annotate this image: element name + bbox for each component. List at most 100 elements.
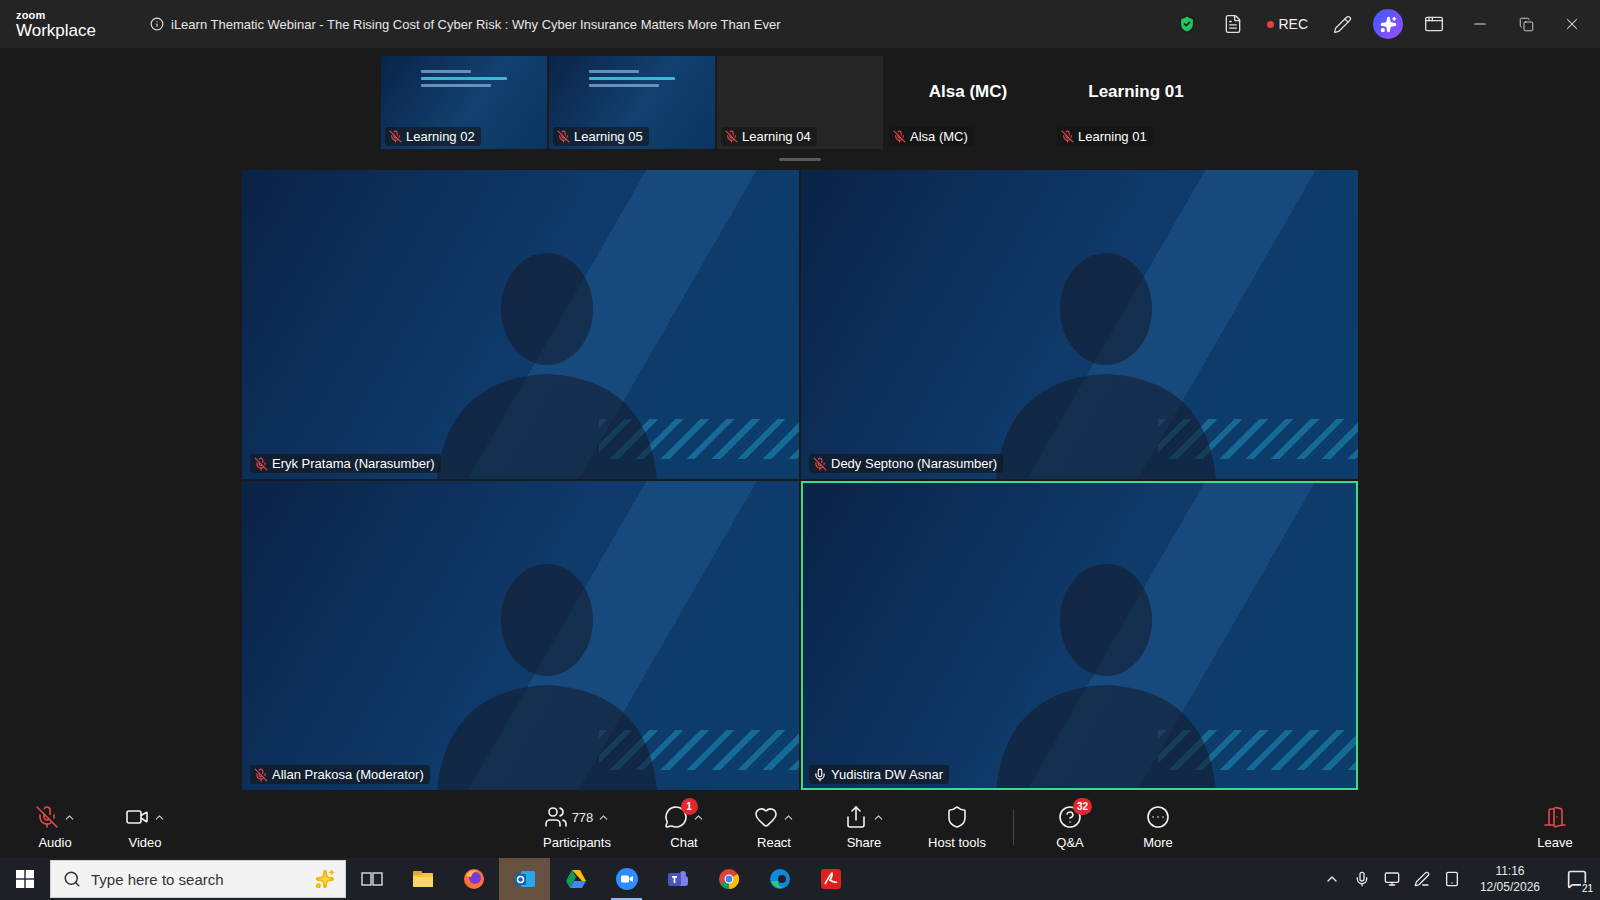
notes-button[interactable] bbox=[1213, 7, 1253, 41]
copilot-sparkle-icon[interactable] bbox=[315, 869, 335, 889]
acrobat-icon bbox=[819, 867, 843, 891]
taskbar-app[interactable] bbox=[550, 858, 601, 900]
shared-slide-preview bbox=[589, 70, 675, 87]
participant-thumbnail[interactable]: Alsa (MC)Alsa (MC) bbox=[885, 56, 1051, 149]
audio-button[interactable]: Audio bbox=[10, 800, 100, 854]
tool-label: Host tools bbox=[928, 835, 986, 850]
taskbar-app[interactable] bbox=[499, 858, 550, 900]
participant-video-tile[interactable]: Eryk Pratama (Narasumber) bbox=[242, 170, 799, 479]
start-button[interactable] bbox=[0, 858, 50, 900]
taskbar-app[interactable] bbox=[448, 858, 499, 900]
tool-label: React bbox=[757, 835, 791, 850]
task-view-button[interactable] bbox=[346, 858, 397, 900]
restore-button[interactable] bbox=[1506, 7, 1546, 41]
sparkle-icon bbox=[1380, 16, 1397, 33]
active-speaker-frame bbox=[801, 170, 1358, 479]
participant-name-label: Learning 01 bbox=[1057, 127, 1153, 146]
participant-video-tile[interactable]: Dedy Septono (Narasumber) bbox=[801, 170, 1358, 479]
close-button[interactable] bbox=[1552, 7, 1592, 41]
person-silhouette-icon bbox=[417, 540, 677, 790]
minimize-button[interactable] bbox=[1460, 7, 1500, 41]
share-button[interactable]: Share bbox=[819, 800, 909, 854]
tray-overflow-icon[interactable] bbox=[1324, 871, 1340, 887]
tray-display-icon[interactable] bbox=[1384, 871, 1400, 887]
taskbar-clock[interactable]: 11:1612/05/2026 bbox=[1474, 863, 1546, 895]
encryption-button[interactable] bbox=[1167, 7, 1207, 41]
shield-icon bbox=[945, 805, 969, 829]
participant-name-label: Eryk Pratama (Narasumber) bbox=[250, 454, 441, 473]
taskbar-app[interactable] bbox=[601, 858, 652, 900]
host-tools-button[interactable]: Host tools bbox=[909, 800, 1005, 854]
title-bar: zoomWorkplace iLearn Thematic Webinar - T… bbox=[0, 0, 1600, 48]
minimize-icon bbox=[1471, 15, 1489, 33]
taskbar-app[interactable] bbox=[703, 858, 754, 900]
apps-button[interactable] bbox=[1414, 7, 1454, 41]
tool-label: Share bbox=[847, 835, 882, 850]
taskbar-app[interactable] bbox=[652, 858, 703, 900]
meeting-toolbar: AudioVideo 778Participants1Chat React Share… bbox=[0, 796, 1600, 858]
recording-indicator[interactable]: REC bbox=[1259, 7, 1316, 41]
search-placeholder: Type here to search bbox=[91, 871, 305, 888]
chat-button[interactable]: 1Chat bbox=[639, 800, 729, 854]
muted-microphone-icon bbox=[35, 805, 59, 829]
notification-count: 21 bbox=[1581, 883, 1594, 894]
tray-tablet-icon[interactable] bbox=[1444, 871, 1460, 887]
qa-button[interactable]: 32Q&A bbox=[1022, 800, 1118, 854]
thumbnail-strip: Learning 02 Learning 05 Learning 04 Alsa (M… bbox=[381, 56, 1219, 149]
participant-name-label: Learning 02 bbox=[385, 127, 481, 146]
ai-companion-button[interactable] bbox=[1368, 7, 1408, 41]
logo-bottom: Workplace bbox=[16, 22, 126, 39]
toolbar-separator bbox=[1013, 809, 1014, 845]
muted-microphone-icon bbox=[389, 130, 402, 143]
caret-up-icon[interactable] bbox=[872, 811, 885, 824]
annotate-button[interactable] bbox=[1322, 7, 1362, 41]
system-tray: 11:1612/05/2026 21 bbox=[1324, 862, 1600, 896]
tray-pen-icon[interactable] bbox=[1414, 871, 1430, 887]
active-speaker-frame bbox=[242, 481, 799, 790]
react-button[interactable]: React bbox=[729, 800, 819, 854]
taskbar-app[interactable] bbox=[805, 858, 856, 900]
tray-microphone-icon[interactable] bbox=[1354, 871, 1370, 887]
strip-resize-handle[interactable] bbox=[779, 158, 821, 161]
chrome-icon bbox=[717, 867, 741, 891]
info-icon[interactable] bbox=[150, 17, 164, 31]
firefox-icon bbox=[462, 867, 486, 891]
participant-display-name: Learning 01 bbox=[1088, 82, 1183, 102]
participant-thumbnail[interactable]: Learning 02 bbox=[381, 56, 547, 149]
tool-label: More bbox=[1143, 835, 1173, 850]
participant-video-tile[interactable]: Allan Prakosa (Moderator) bbox=[242, 481, 799, 790]
participant-name-label: Alsa (MC) bbox=[889, 127, 974, 146]
edge-icon bbox=[768, 867, 792, 891]
participant-thumbnail[interactable]: Learning 01 Learning 01 bbox=[1053, 56, 1219, 149]
video-button[interactable]: Video bbox=[100, 800, 190, 854]
zoom-icon bbox=[615, 867, 639, 891]
muted-microphone-icon bbox=[1061, 130, 1074, 143]
caret-up-icon[interactable] bbox=[153, 811, 166, 824]
participant-thumbnail[interactable]: Learning 04 bbox=[717, 56, 883, 149]
taskbar-app[interactable] bbox=[397, 858, 448, 900]
caret-up-icon[interactable] bbox=[597, 811, 610, 824]
notification-center-button[interactable]: 21 bbox=[1560, 862, 1594, 896]
tool-icon-row bbox=[1146, 804, 1170, 830]
recording-dot bbox=[1267, 21, 1274, 28]
more-button[interactable]: More bbox=[1118, 800, 1198, 854]
taskbar-search[interactable]: Type here to search bbox=[50, 860, 346, 898]
windows-logo-icon bbox=[16, 870, 34, 888]
ellipsis-icon bbox=[1146, 805, 1170, 829]
meeting-title: iLearn Thematic Webinar - The Rising Cos… bbox=[150, 17, 781, 32]
participant-thumbnail[interactable]: Learning 05 bbox=[549, 56, 715, 149]
gallery-grid: Eryk Pratama (Narasumber) Dedy Septono (N… bbox=[242, 170, 1358, 790]
caret-up-icon[interactable] bbox=[63, 811, 76, 824]
pencil-icon bbox=[1333, 15, 1352, 34]
participant-video-tile[interactable]: Yudistira DW Asnar bbox=[801, 481, 1358, 790]
toolbar-center: 778Participants1Chat React Share Host tools… bbox=[515, 800, 1198, 854]
taskbar-app[interactable] bbox=[754, 858, 805, 900]
tool-icon-wrap bbox=[1146, 805, 1170, 829]
caret-up-icon[interactable] bbox=[782, 811, 795, 824]
participants-button[interactable]: 778Participants bbox=[515, 800, 639, 854]
tool-icon-wrap bbox=[125, 805, 149, 829]
zoom-logo: zoomWorkplace bbox=[16, 10, 126, 39]
tool-icon-wrap bbox=[544, 805, 568, 829]
leave-button[interactable]: Leave bbox=[1520, 800, 1590, 854]
participant-name-label: Learning 04 bbox=[721, 127, 817, 146]
